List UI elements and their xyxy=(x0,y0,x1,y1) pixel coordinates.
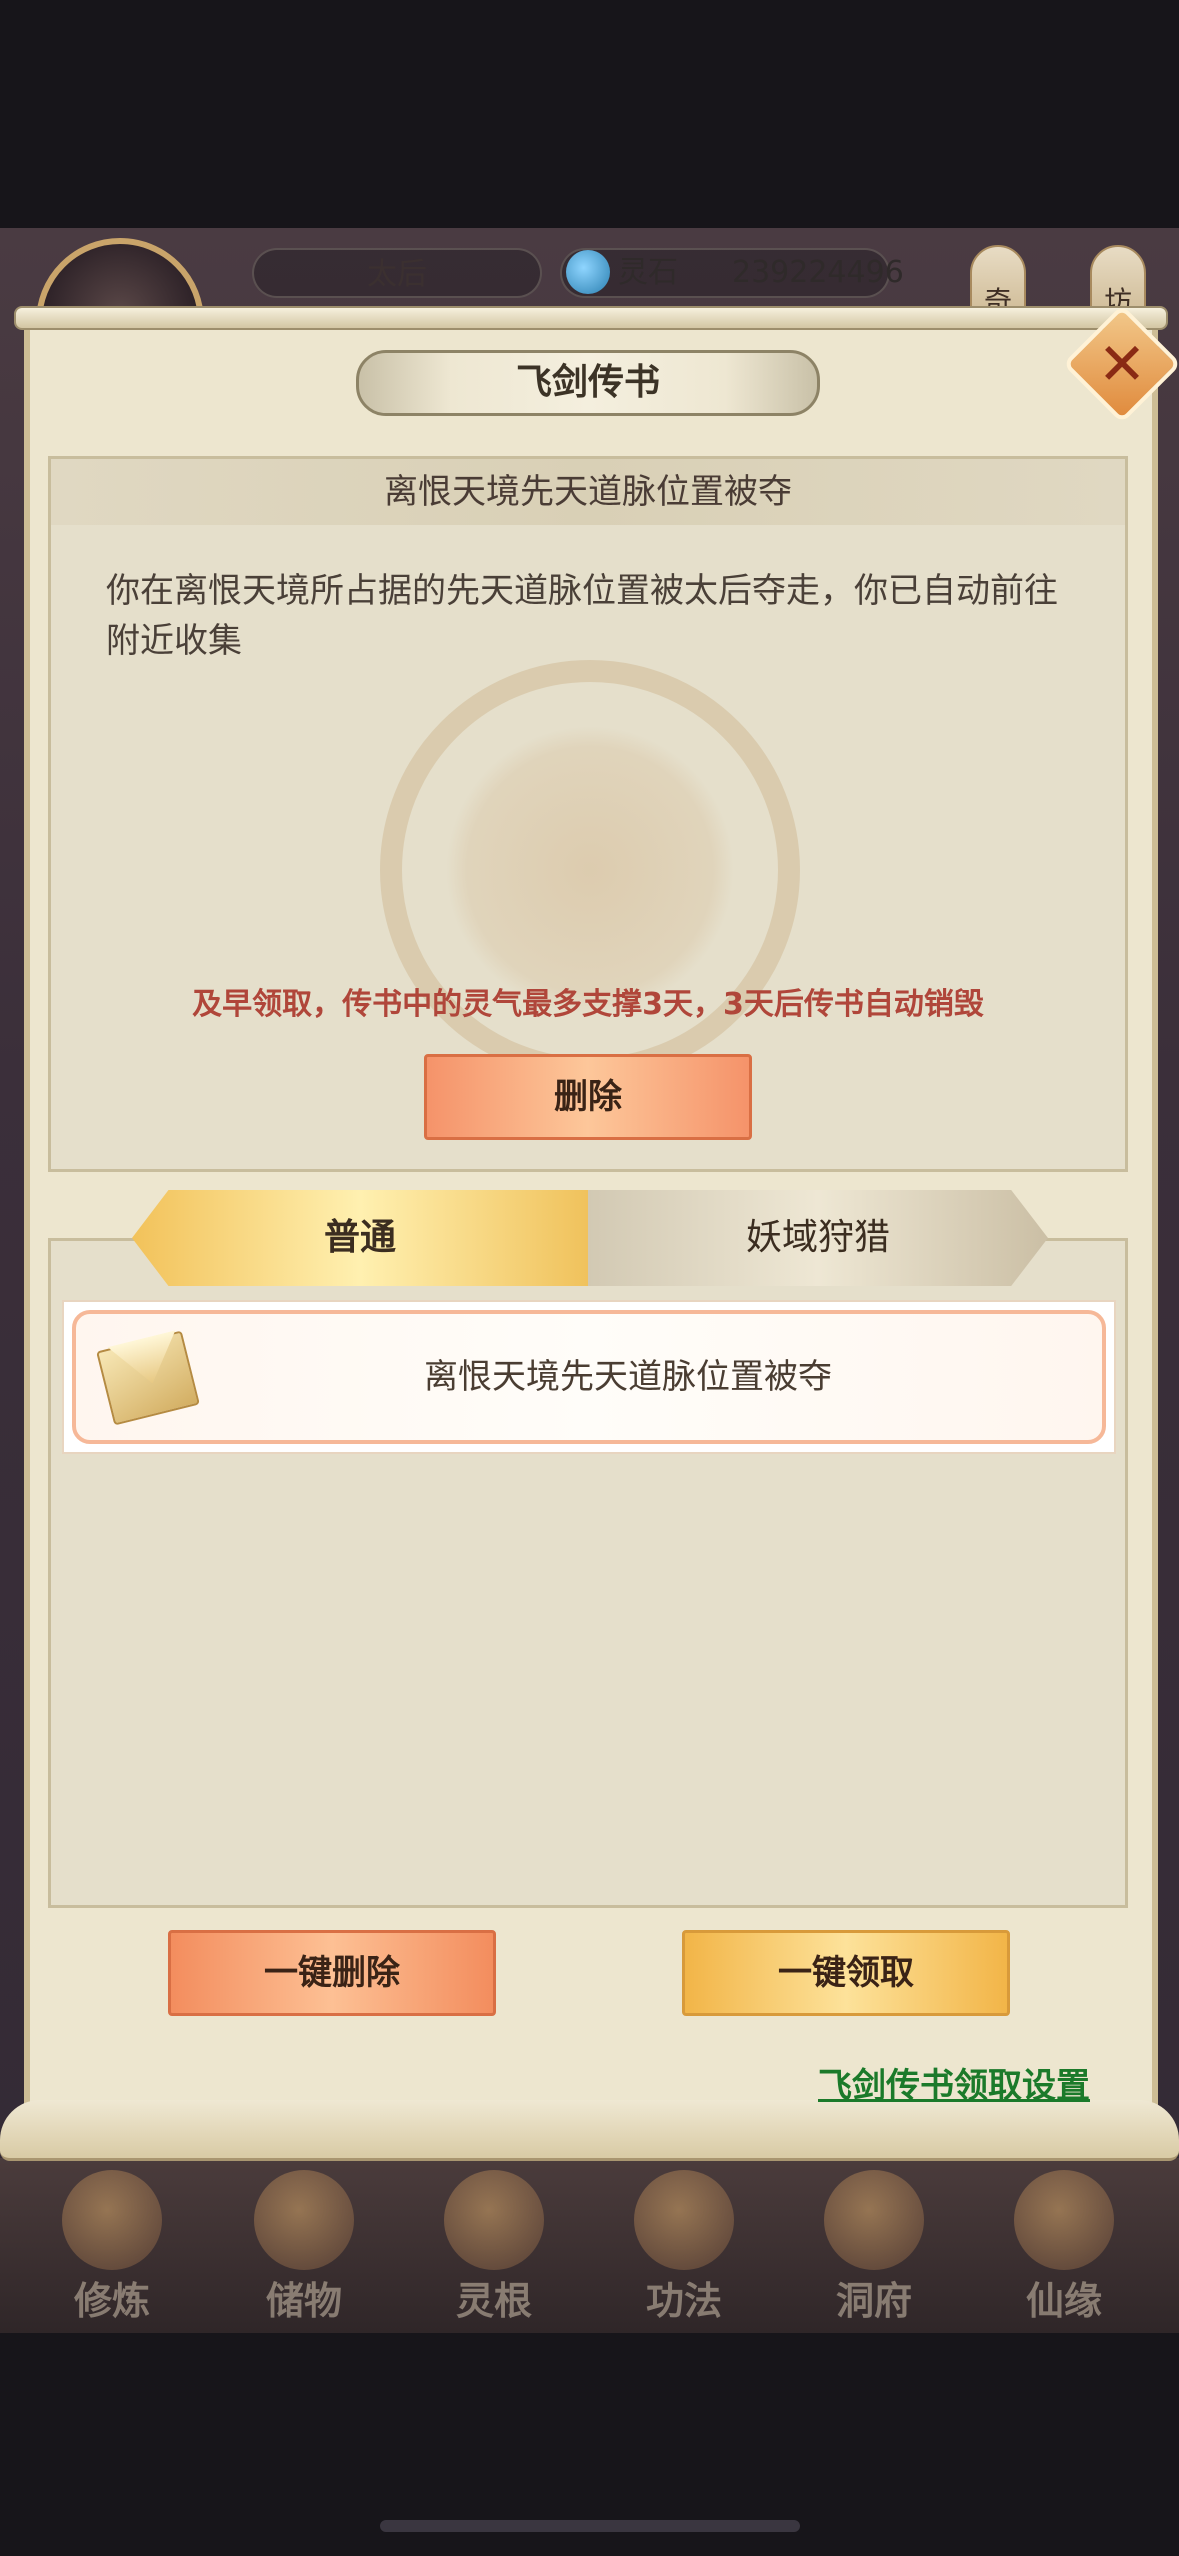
spirit-stone-value: 239224496 xyxy=(732,255,904,290)
tab-normal[interactable]: 普通 xyxy=(132,1190,588,1286)
bag-icon xyxy=(254,2170,354,2270)
nav-label: 储物 xyxy=(265,2279,342,2323)
gourd-icon xyxy=(1014,2170,1114,2270)
cave-dwelling-icon xyxy=(824,2170,924,2270)
nav-label: 洞府 xyxy=(835,2279,912,2323)
cloud-emblem-inner xyxy=(445,725,735,1015)
message-body: 你在离恨天境所占据的先天道脉位置被太后夺走，你已自动前往附近收集 xyxy=(106,571,1058,661)
delete-all-button[interactable]: 一键删除 xyxy=(168,1930,496,2016)
spirit-stone-label: 灵石 xyxy=(618,255,678,290)
claim-settings-link[interactable]: 飞剑传书领取设置 xyxy=(818,2058,1090,2107)
home-indicator xyxy=(380,2520,800,2532)
player-name: 太后 xyxy=(252,248,542,298)
nav-item-technique[interactable]: 功法 xyxy=(604,2170,764,2330)
message-title: 离恨天境先天道脉位置被夺 xyxy=(384,472,792,512)
tab-demon-hunt[interactable]: 妖域狩猎 xyxy=(588,1190,1048,1286)
nav-label: 灵根 xyxy=(455,2279,532,2323)
meditation-icon xyxy=(62,2170,162,2270)
delete-button[interactable]: 删除 xyxy=(424,1054,752,1140)
nav-item-storage[interactable]: 储物 xyxy=(224,2170,384,2330)
spirit-stone-icon xyxy=(566,250,610,294)
nav-label: 修炼 xyxy=(73,2279,150,2323)
scroll-rod-bottom xyxy=(0,2100,1179,2161)
nav-item-cultivate[interactable]: 修炼 xyxy=(32,2170,192,2330)
book-icon xyxy=(634,2170,734,2270)
nav-item-spirit-root[interactable]: 灵根 xyxy=(414,2170,574,2330)
claim-all-button[interactable]: 一键领取 xyxy=(682,1930,1010,2016)
scroll-rod-top xyxy=(14,306,1168,330)
dialog-title: 飞剑传书 xyxy=(356,350,820,416)
nav-item-fate[interactable]: 仙缘 xyxy=(984,2170,1144,2330)
close-icon[interactable]: ✕ xyxy=(1080,322,1164,406)
nav-item-cave[interactable]: 洞府 xyxy=(794,2170,954,2330)
expiry-warning: 及早领取，传书中的灵气最多支撑3天，3天后传书自动销毁 xyxy=(192,987,984,1022)
nav-label: 仙缘 xyxy=(1025,2279,1102,2323)
nav-label: 功法 xyxy=(645,2279,722,2323)
spirit-root-icon xyxy=(444,2170,544,2270)
list-item-title: 离恨天境先天道脉位置被夺 xyxy=(424,1357,832,1397)
